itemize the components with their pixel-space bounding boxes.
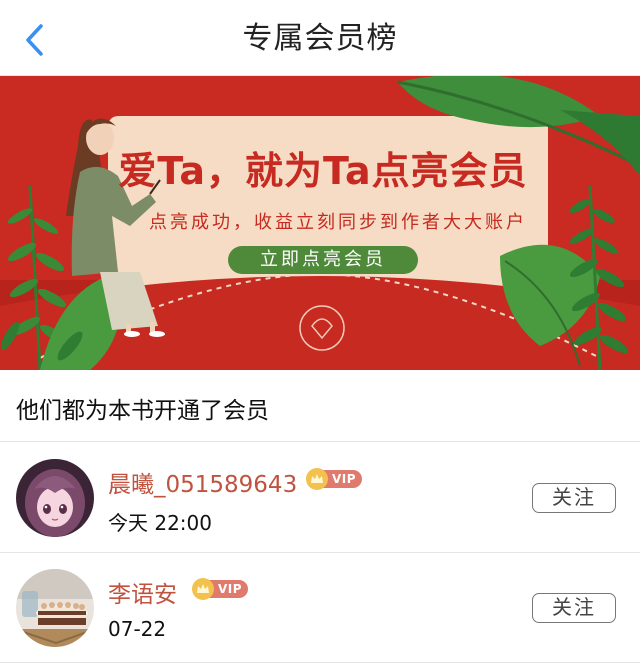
vip-label: VIP xyxy=(322,470,363,488)
avatar[interactable] xyxy=(16,459,94,537)
vip-badge: VIP xyxy=(306,468,363,490)
anime-girl-avatar-icon xyxy=(16,459,94,537)
member-time: 07-22 xyxy=(108,617,167,641)
member-time: 今天 22:00 xyxy=(108,511,212,535)
member-row[interactable]: 晨曦_051589643 VIP 今天 22:00 关注 xyxy=(0,443,640,553)
banner-subtitle: 点亮成功，收益立刻同步到作者大大账户 xyxy=(149,212,527,233)
follow-button[interactable]: 关注 xyxy=(532,483,616,513)
chevron-left-icon xyxy=(26,24,43,56)
vip-badge: VIP xyxy=(192,578,249,600)
member-name[interactable]: 李语安 xyxy=(108,575,177,609)
page-title: 专属会员榜 xyxy=(242,21,398,56)
light-up-member-button[interactable]: 立即点亮会员 xyxy=(228,246,418,274)
vip-label: VIP xyxy=(208,580,249,598)
avatar[interactable] xyxy=(16,569,94,647)
crown-icon xyxy=(192,578,214,600)
promo-banner[interactable]: 爱Ta，就为Ta点亮会员 点亮成功，收益立刻同步到作者大大账户 立即点亮会员 xyxy=(0,76,640,370)
follow-button[interactable]: 关注 xyxy=(532,593,616,623)
member-row[interactable]: 李语安 VIP 07-22 关注 xyxy=(0,553,640,663)
back-button[interactable] xyxy=(14,20,54,60)
members-section-heading: 他们都为本书开通了会员 xyxy=(0,370,640,442)
member-name[interactable]: 晨曦_051589643 xyxy=(108,465,297,499)
banner-headline: 爱Ta，就为Ta点亮会员 xyxy=(118,149,528,193)
cake-photo-avatar-icon xyxy=(16,569,94,647)
crown-icon xyxy=(306,468,328,490)
nav-header: 专属会员榜 xyxy=(0,0,640,76)
